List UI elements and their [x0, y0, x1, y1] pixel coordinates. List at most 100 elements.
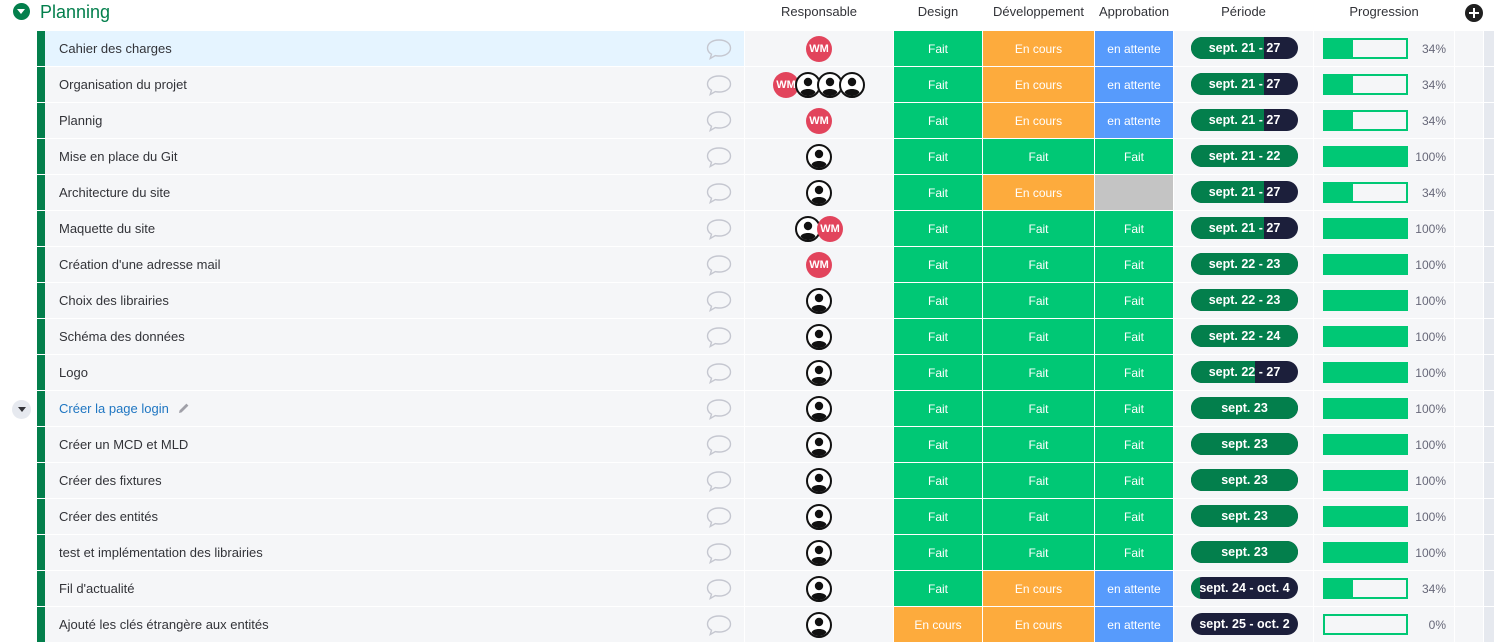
design-status[interactable]: Fait	[894, 355, 982, 390]
owner-cell[interactable]	[745, 319, 893, 354]
owner-avatars[interactable]	[806, 468, 832, 494]
column-header-development[interactable]: Développement	[983, 4, 1094, 20]
item-name[interactable]: Créer des entités	[59, 509, 158, 525]
empty-cell[interactable]	[1455, 139, 1483, 174]
timeline-pill[interactable]: sept. 21 - 22	[1191, 145, 1298, 167]
user-avatar-icon[interactable]	[806, 612, 832, 638]
table-row[interactable]: Cahier des charges WM Fait En cours en atten…	[0, 31, 1505, 66]
owner-avatars[interactable]: WM	[806, 108, 832, 134]
period-cell[interactable]: sept. 22 - 23	[1174, 283, 1313, 318]
owner-avatars[interactable]: WM	[795, 216, 843, 242]
timeline-pill[interactable]: sept. 22 - 24	[1191, 325, 1298, 347]
item-name[interactable]: Maquette du site	[59, 221, 155, 237]
design-status[interactable]: Fait	[894, 283, 982, 318]
period-cell[interactable]: sept. 23	[1174, 427, 1313, 462]
item-name-cell[interactable]: Fil d'actualité	[45, 571, 744, 606]
approval-status[interactable]: en attente	[1095, 31, 1173, 66]
period-cell[interactable]: sept. 23	[1174, 499, 1313, 534]
table-row[interactable]: Créer des fixtures Fait Fait Fait sept. 23 10…	[0, 463, 1505, 498]
table-row[interactable]: Créer un MCD et MLD Fait Fait Fait sept. 23 1…	[0, 427, 1505, 462]
development-status[interactable]: Fait	[983, 211, 1094, 246]
speech-bubble-icon[interactable]	[705, 145, 733, 169]
speech-bubble-icon[interactable]	[705, 541, 733, 565]
period-cell[interactable]: sept. 25 - oct. 2	[1174, 607, 1313, 642]
empty-cell[interactable]	[1455, 355, 1483, 390]
timeline-pill[interactable]: sept. 23	[1191, 433, 1298, 455]
empty-cell[interactable]	[1455, 31, 1483, 66]
item-name-cell[interactable]: test et implémentation des librairies	[45, 535, 744, 570]
owner-cell[interactable]: WM	[745, 247, 893, 282]
approval-status[interactable]: Fait	[1095, 391, 1173, 426]
table-row[interactable]: test et implémentation des librairies Fai…	[0, 535, 1505, 570]
approval-status[interactable]: en attente	[1095, 67, 1173, 102]
user-avatar-icon[interactable]	[806, 324, 832, 350]
development-status[interactable]: En cours	[983, 31, 1094, 66]
owner-cell[interactable]	[745, 571, 893, 606]
user-avatar-icon[interactable]	[806, 540, 832, 566]
development-status[interactable]: En cours	[983, 67, 1094, 102]
timeline-pill[interactable]: sept. 22 - 27	[1191, 361, 1298, 383]
user-avatar-icon[interactable]	[806, 288, 832, 314]
design-status[interactable]: Fait	[894, 139, 982, 174]
period-cell[interactable]: sept. 21 - 27	[1174, 103, 1313, 138]
column-header-period[interactable]: Période	[1174, 4, 1313, 20]
owner-avatars[interactable]	[806, 612, 832, 638]
speech-bubble-icon[interactable]	[705, 613, 733, 637]
table-row[interactable]: Schéma des données Fait Fait Fait sept. 22 -…	[0, 319, 1505, 354]
owner-avatars[interactable]	[806, 576, 832, 602]
timeline-pill[interactable]: sept. 22 - 23	[1191, 289, 1298, 311]
approval-status[interactable]: Fait	[1095, 283, 1173, 318]
design-status[interactable]: Fait	[894, 463, 982, 498]
column-header-approval[interactable]: Approbation	[1098, 4, 1170, 20]
approval-status[interactable]: Fait	[1095, 499, 1173, 534]
table-row[interactable]: Création d'une adresse mail WM Fait Fait Fai…	[0, 247, 1505, 282]
item-name[interactable]: test et implémentation des librairies	[59, 545, 263, 561]
column-header-design[interactable]: Design	[894, 4, 982, 20]
development-status[interactable]: Fait	[983, 247, 1094, 282]
timeline-pill[interactable]: sept. 23	[1191, 541, 1298, 563]
table-row[interactable]: Maquette du site WM Fait Fait Fait sept. 21 -…	[0, 211, 1505, 246]
user-avatar-icon[interactable]	[839, 72, 865, 98]
table-row[interactable]: Organisation du projet WM Fait En cours en a…	[0, 67, 1505, 102]
user-avatar-icon[interactable]	[806, 396, 832, 422]
item-name[interactable]: Ajouté les clés étrangère aux entités	[59, 617, 269, 633]
owner-avatars[interactable]	[806, 540, 832, 566]
owner-cell[interactable]	[745, 499, 893, 534]
owner-avatars[interactable]: WM	[806, 36, 832, 62]
speech-bubble-icon[interactable]	[705, 109, 733, 133]
speech-bubble-icon[interactable]	[705, 253, 733, 277]
table-row[interactable]: Ajouté les clés étrangère aux entités En …	[0, 607, 1505, 642]
period-cell[interactable]: sept. 22 - 24	[1174, 319, 1313, 354]
period-cell[interactable]: sept. 21 - 27	[1174, 67, 1313, 102]
item-name-cell[interactable]: Logo	[45, 355, 744, 390]
empty-cell[interactable]	[1455, 103, 1483, 138]
empty-cell[interactable]	[1455, 67, 1483, 102]
period-cell[interactable]: sept. 21 - 27	[1174, 211, 1313, 246]
owner-cell[interactable]	[745, 427, 893, 462]
empty-cell[interactable]	[1455, 319, 1483, 354]
item-name-cell[interactable]: Créer des entités	[45, 499, 744, 534]
owner-initials-avatar[interactable]: WM	[806, 108, 832, 134]
item-name-cell[interactable]: Créer un MCD et MLD	[45, 427, 744, 462]
empty-cell[interactable]	[1455, 283, 1483, 318]
item-name[interactable]: Cahier des charges	[59, 41, 172, 57]
owner-avatars[interactable]	[806, 432, 832, 458]
column-header-progress[interactable]: Progression	[1314, 4, 1454, 20]
development-status[interactable]: En cours	[983, 175, 1094, 210]
development-status[interactable]: En cours	[983, 103, 1094, 138]
expand-subitems-icon[interactable]	[12, 400, 31, 419]
approval-status[interactable]: Fait	[1095, 355, 1173, 390]
item-name[interactable]: Créer des fixtures	[59, 473, 162, 489]
approval-status[interactable]: Fait	[1095, 463, 1173, 498]
owner-cell[interactable]	[745, 463, 893, 498]
development-status[interactable]: Fait	[983, 139, 1094, 174]
owner-avatars[interactable]	[806, 180, 832, 206]
period-cell[interactable]: sept. 21 - 27	[1174, 31, 1313, 66]
design-status[interactable]: Fait	[894, 571, 982, 606]
item-name-cell[interactable]: Cahier des charges	[45, 31, 744, 66]
approval-status[interactable]: en attente	[1095, 571, 1173, 606]
owner-cell[interactable]	[745, 175, 893, 210]
owner-avatars[interactable]: WM	[806, 252, 832, 278]
owner-cell[interactable]	[745, 607, 893, 642]
owner-avatars[interactable]	[806, 288, 832, 314]
